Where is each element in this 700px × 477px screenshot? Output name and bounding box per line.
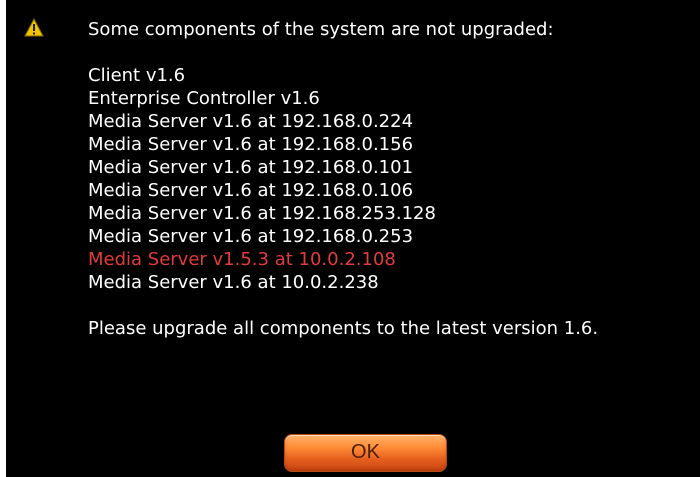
dialog-header-text: Some components of the system are not up… — [88, 19, 554, 40]
component-list-item: Media Server v1.6 at 192.168.0.224 — [88, 111, 414, 132]
upgrade-instruction-text: Please upgrade all components to the lat… — [88, 318, 599, 339]
component-list-item: Client v1.6 — [88, 65, 186, 86]
upgrade-warning-dialog: Some components of the system are not up… — [0, 0, 700, 477]
component-list-item: Media Server v1.6 at 192.168.0.253 — [88, 226, 414, 247]
outdated-component-list-item: Media Server v1.5.3 at 10.0.2.108 — [88, 249, 396, 270]
component-list-item: Enterprise Controller v1.6 — [88, 88, 320, 109]
dialog-message: Some components of the system are not up… — [88, 18, 598, 340]
component-list-item: Media Server v1.6 at 192.168.0.156 — [88, 134, 414, 155]
component-list: Client v1.6 Enterprise Controller v1.6 M… — [88, 64, 598, 294]
ok-button[interactable]: OK — [284, 434, 447, 472]
dialog-panel: Some components of the system are not up… — [6, 0, 700, 477]
component-list-item: Media Server v1.6 at 10.0.2.238 — [88, 272, 379, 293]
component-list-item: Media Server v1.6 at 192.168.0.106 — [88, 180, 414, 201]
warning-icon — [24, 18, 44, 37]
component-list-item: Media Server v1.6 at 192.168.0.101 — [88, 157, 414, 178]
component-list-item: Media Server v1.6 at 192.168.253.128 — [88, 203, 436, 224]
